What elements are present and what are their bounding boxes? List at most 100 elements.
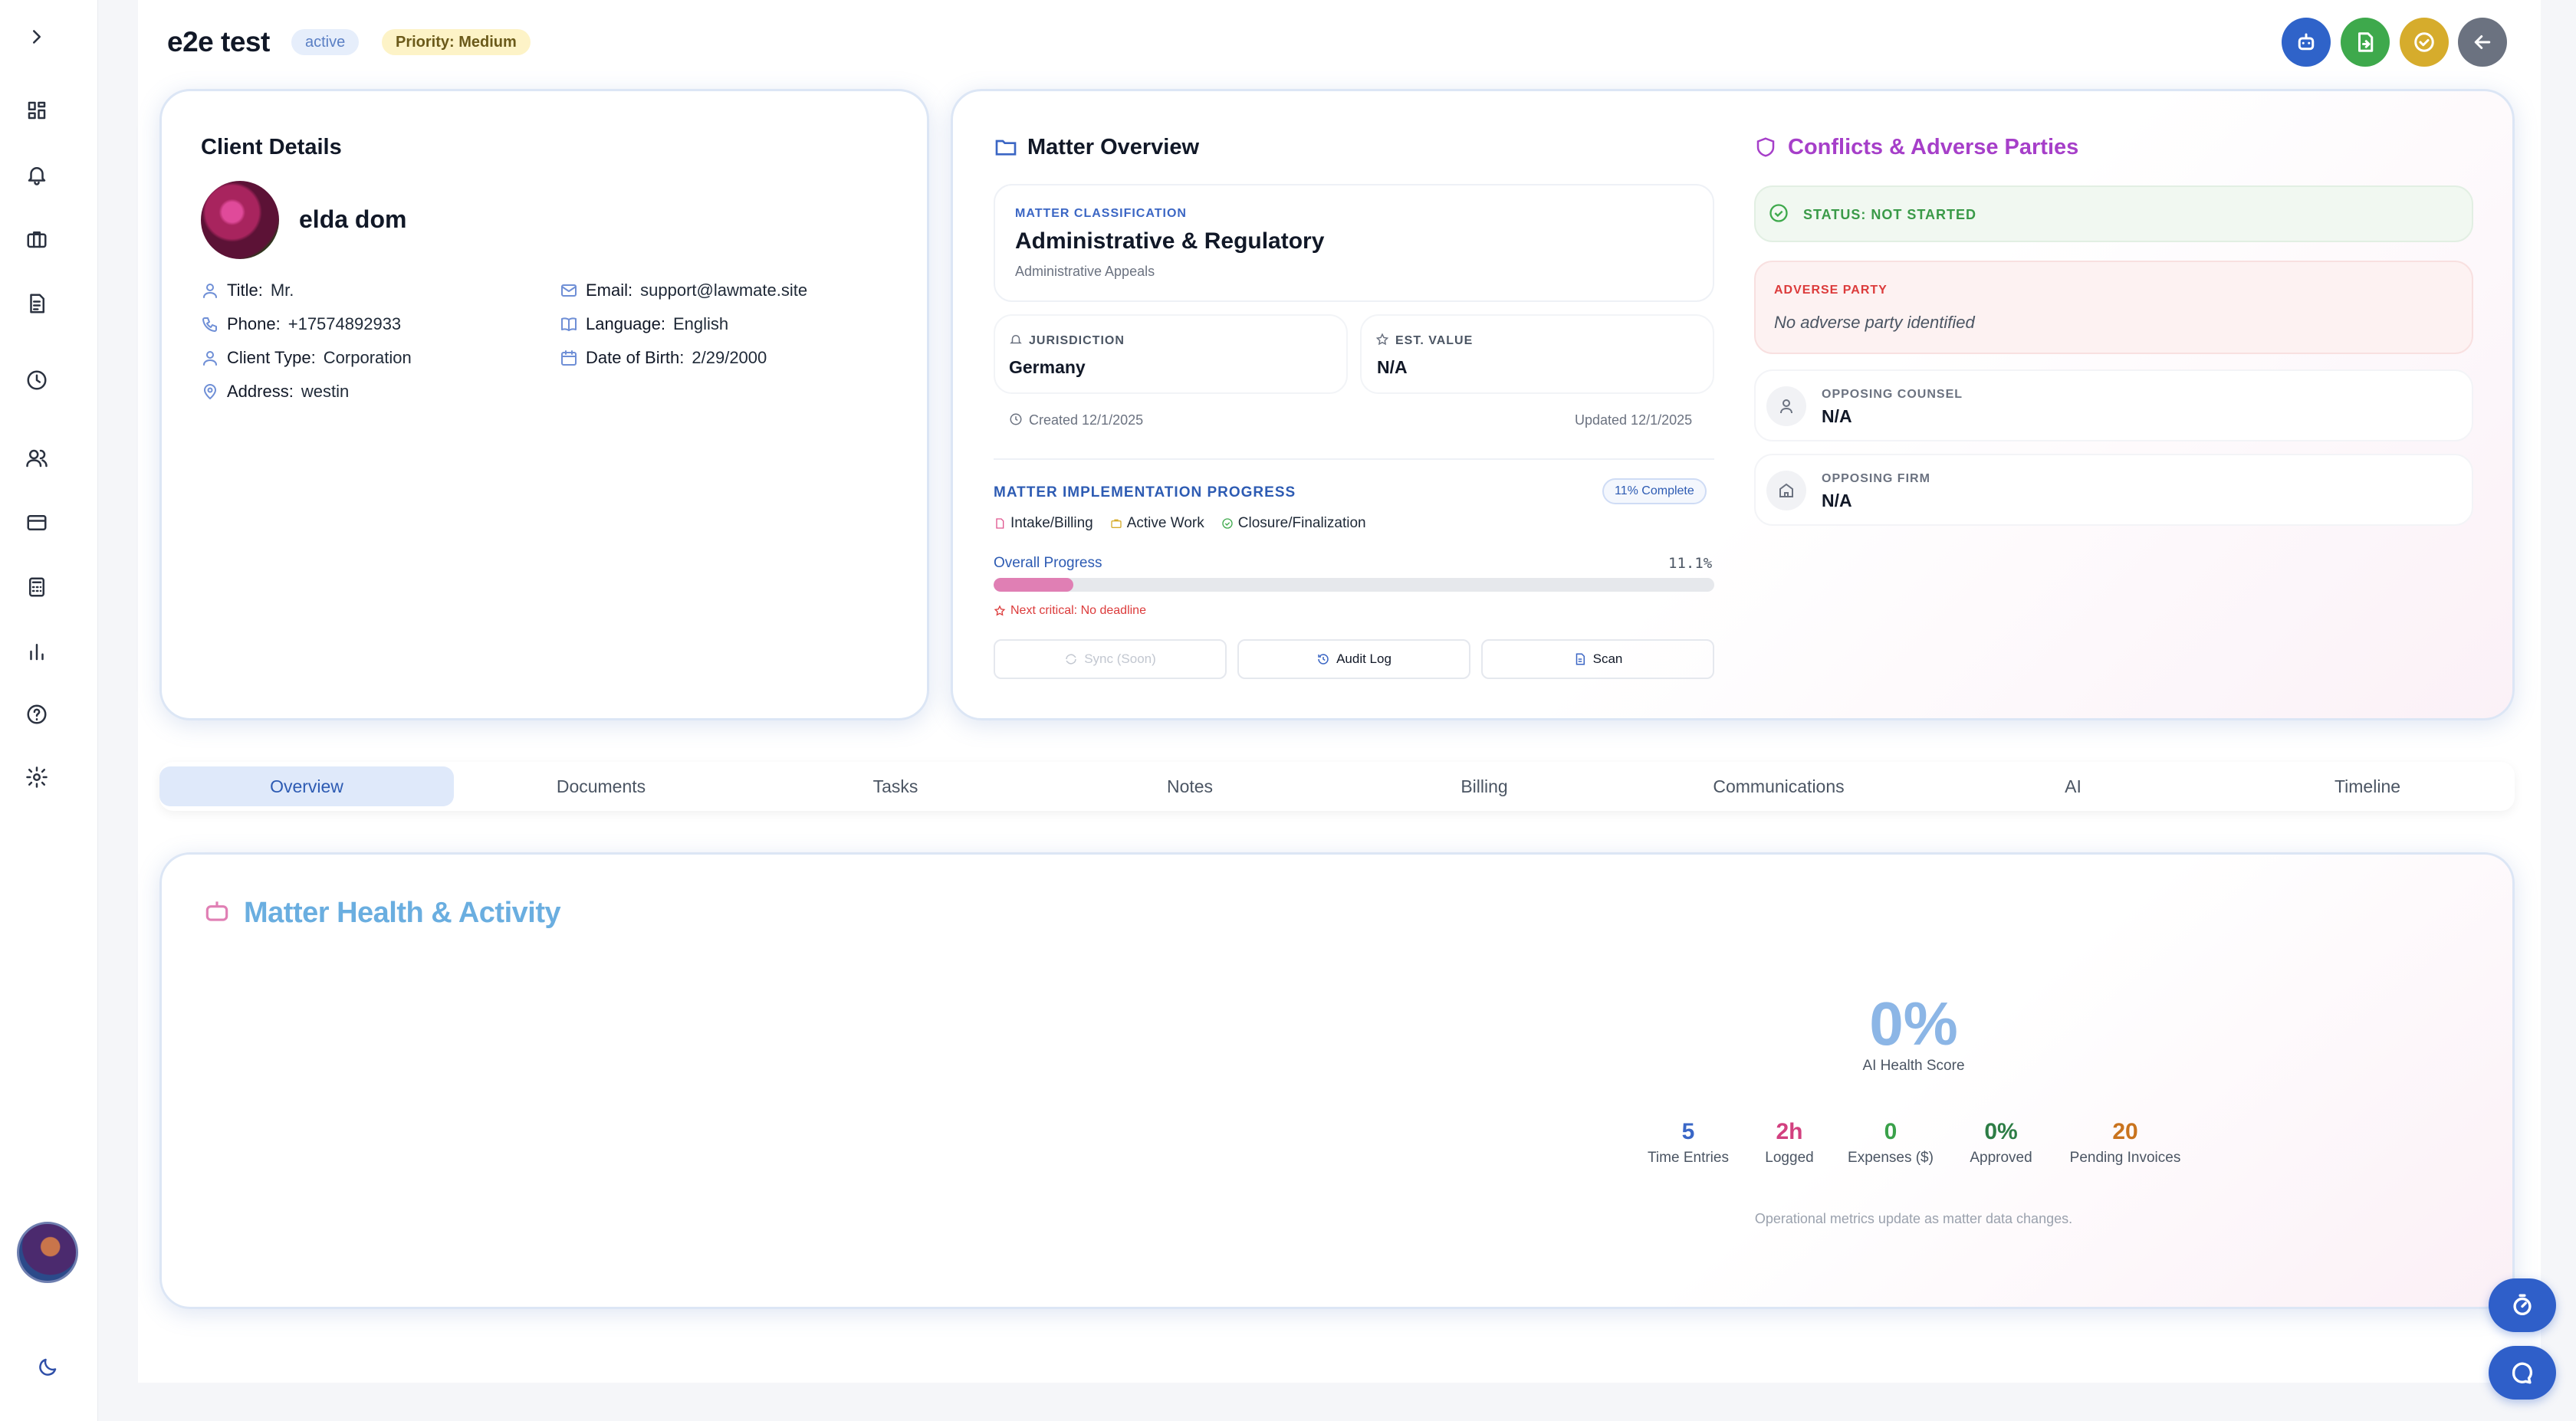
bar-chart-icon[interactable] <box>18 633 55 670</box>
avatar[interactable] <box>17 1222 78 1283</box>
divider <box>994 458 1714 460</box>
progress-badge: 11% Complete <box>1602 478 1707 504</box>
settings-icon[interactable] <box>18 759 55 796</box>
history-icon <box>1318 654 1329 665</box>
export-button[interactable] <box>2341 18 2390 67</box>
tab-tasks[interactable]: Tasks <box>748 766 1043 806</box>
field-label: Address: <box>227 382 294 401</box>
calendar-icon <box>561 350 577 366</box>
arrow-left-icon <box>2474 35 2491 49</box>
metric-approved: 0% Approved <box>1940 1119 2062 1167</box>
user-icon <box>203 351 217 366</box>
dashboard-icon[interactable] <box>18 92 55 129</box>
clock-icon[interactable] <box>18 362 55 399</box>
help-icon[interactable] <box>18 696 55 733</box>
health-score: 0% <box>1869 989 1958 1058</box>
moon-icon[interactable] <box>29 1349 66 1386</box>
robot-icon <box>205 901 228 921</box>
timer-fab[interactable] <box>2489 1278 2556 1332</box>
client-type-row: Client Type: Corporation <box>201 348 412 368</box>
client-language-row: Language: English <box>560 314 728 334</box>
field-value: English <box>673 314 729 333</box>
phase-label: Intake/Billing <box>1010 515 1093 531</box>
document-icon <box>996 518 1004 529</box>
priority-badge: Priority: Medium <box>382 29 531 55</box>
star-icon <box>994 605 1006 616</box>
metric-value: 0 <box>1884 1119 1898 1144</box>
conflict-status: STATUS: NOT STARTED <box>1803 207 1976 222</box>
scan-button[interactable]: Scan <box>1481 639 1714 679</box>
firm-icon-wrap <box>1766 471 1806 510</box>
metric-pending-invoices: 20 Pending Invoices <box>2064 1119 2187 1167</box>
phase-label: Closure/Finalization <box>1237 515 1366 531</box>
tab-overview[interactable]: Overview <box>159 766 454 806</box>
tab-notes[interactable]: Notes <box>1043 766 1337 806</box>
calculator-icon[interactable] <box>18 569 55 605</box>
sync-button[interactable]: Sync (Soon) <box>994 639 1227 679</box>
shield-icon <box>1756 137 1775 157</box>
progress-bar-fill <box>994 578 1074 592</box>
tab-ai[interactable]: AI <box>1926 766 2220 806</box>
field-value[interactable]: support@lawmate.site <box>640 281 807 300</box>
complete-button[interactable] <box>2400 18 2449 67</box>
conflicts-title: Conflicts & Adverse Parties <box>1788 135 2079 159</box>
tab-billing[interactable]: Billing <box>1337 766 1631 806</box>
created-date: Created 12/1/2025 <box>1029 412 1144 428</box>
sub-classification: Administrative Appeals <box>1015 264 1155 279</box>
users-icon[interactable] <box>18 440 55 477</box>
chevron-right-icon[interactable] <box>18 18 55 55</box>
client-phone-row: Phone: +17574892933 <box>201 314 401 334</box>
phase-list: Intake/Billing Active Work Closure/Final… <box>994 515 1366 532</box>
tab-communications[interactable]: Communications <box>1631 766 1926 806</box>
scan-label: Scan <box>1592 651 1623 666</box>
opposing-firm-value: N/A <box>1822 491 1852 510</box>
bell-icon[interactable] <box>18 156 55 193</box>
audit-log-button[interactable]: Audit Log <box>1237 639 1470 679</box>
check-circle-icon <box>1222 518 1233 529</box>
user-icon <box>203 284 217 298</box>
est-value-box <box>1360 314 1714 394</box>
document-icon[interactable] <box>18 285 55 322</box>
credit-card-icon[interactable] <box>18 504 55 541</box>
refresh-icon <box>1066 654 1076 665</box>
check-circle-icon <box>1769 204 1788 222</box>
document-scan-icon <box>1576 653 1585 665</box>
opposing-counsel-value: N/A <box>1822 406 1852 426</box>
star-icon <box>1375 333 1389 346</box>
ai-assistant-button[interactable] <box>2282 18 2331 67</box>
page-title: e2e test <box>167 26 270 57</box>
field-label: Title: <box>227 281 263 300</box>
metric-value: 0% <box>1984 1119 2018 1144</box>
adverse-party-label: ADVERSE PARTY <box>1774 284 1888 297</box>
phase-intake: Intake/Billing <box>994 515 1093 532</box>
tab-timeline[interactable]: Timeline <box>2220 766 2515 806</box>
jurisdiction-value: Germany <box>1009 357 1086 377</box>
health-score-label: AI Health Score <box>1862 1058 1965 1074</box>
health-title: Matter Health & Activity <box>244 897 561 929</box>
back-button[interactable] <box>2458 18 2507 67</box>
overall-progress-label: Overall Progress <box>994 555 1102 571</box>
client-title-row: Title: Mr. <box>201 281 294 300</box>
next-critical-text: Next critical: No deadline <box>1010 604 1146 617</box>
audit-log-label: Audit Log <box>1336 651 1392 666</box>
field-label: Phone: <box>227 314 281 333</box>
classification-label: MATTER CLASSIFICATION <box>1015 207 1187 220</box>
sync-label: Sync (Soon) <box>1084 651 1156 666</box>
chat-fab[interactable] <box>2489 1346 2556 1400</box>
updated-date: Updated 12/1/2025 <box>1575 412 1693 428</box>
opposing-counsel-box <box>1754 369 2473 441</box>
client-email-row: Email: support@lawmate.site <box>560 281 807 300</box>
opposing-counsel-label: OPPOSING COUNSEL <box>1822 388 1963 401</box>
metric-label: Pending Invoices <box>2069 1150 2181 1166</box>
progress-bar <box>994 578 1714 592</box>
next-critical: Next critical: No deadline <box>994 604 1146 618</box>
briefcase-icon[interactable] <box>18 221 55 258</box>
tab-documents[interactable]: Documents <box>454 766 748 806</box>
opposing-firm-box <box>1754 454 2473 526</box>
user-icon <box>1780 399 1792 414</box>
counsel-icon-wrap <box>1766 386 1806 426</box>
classification-value: Administrative & Regulatory <box>1015 228 1325 254</box>
field-label: Language: <box>586 314 665 333</box>
stopwatch-icon <box>2513 1294 2532 1316</box>
folder-icon <box>995 139 1017 156</box>
